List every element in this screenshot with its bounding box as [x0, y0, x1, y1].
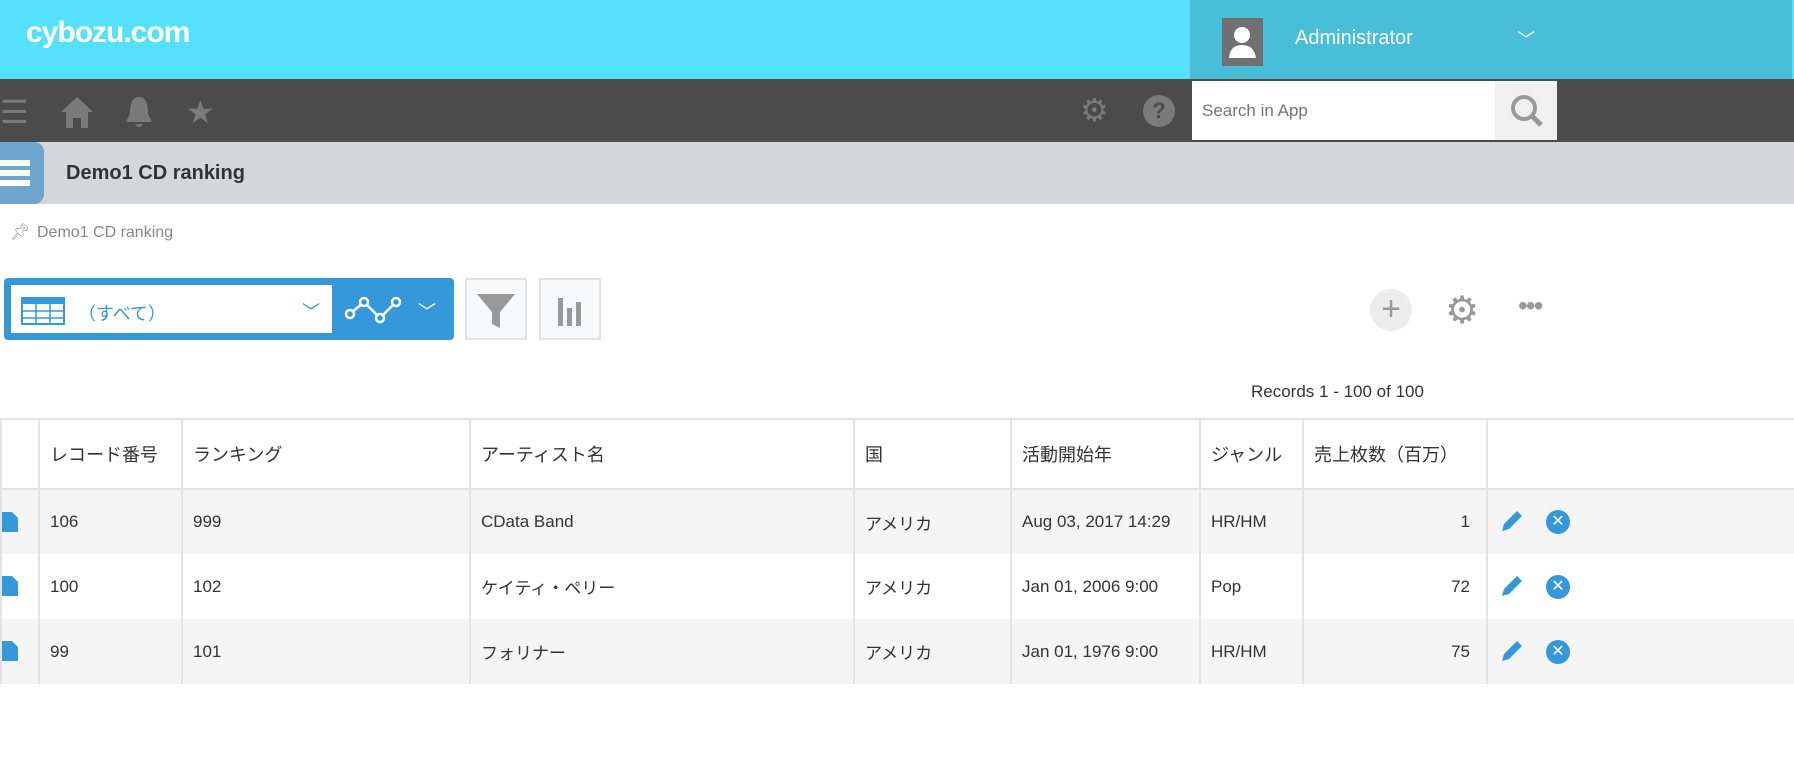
table-cell: Jan 01, 2006 9:00 — [1010, 554, 1201, 619]
col-header[interactable]: 活動開始年 — [1010, 418, 1201, 490]
avatar — [1222, 18, 1263, 66]
table-cell: ケイティ・ペリー — [469, 554, 855, 619]
table-row[interactable]: 99 101 フォリナー アメリカ Jan 01, 1976 9:00 HR/HM 75 ✕ — [0, 619, 1794, 684]
col-header[interactable]: ランキング — [181, 418, 471, 490]
gear-icon[interactable]: ⚙ — [1080, 92, 1109, 128]
menu-icon[interactable]: ☰ — [0, 94, 29, 130]
chevron-down-icon[interactable]: ﹀ — [302, 298, 320, 324]
table-cell: 106 — [38, 489, 183, 554]
table-cell: フォリナー — [469, 619, 855, 684]
col-header[interactable]: アーティスト名 — [469, 418, 855, 490]
col-icon — [0, 418, 40, 490]
edit-icon[interactable] — [1498, 640, 1524, 661]
breadcrumb[interactable]: Demo1 CD ranking — [37, 224, 173, 242]
gear-icon[interactable]: ⚙ — [1445, 288, 1479, 333]
table-cell: HR/HM — [1199, 619, 1304, 684]
chart-button[interactable] — [539, 278, 601, 340]
table-cell: アメリカ — [853, 489, 1012, 554]
col-header[interactable]: 売上枚数（百万） — [1302, 418, 1488, 490]
chevron-down-icon[interactable]: ﹀ — [418, 298, 436, 324]
col-header[interactable]: 国 — [853, 418, 1012, 490]
user-name[interactable]: Administrator — [1295, 27, 1413, 50]
search-input[interactable] — [1192, 81, 1495, 140]
table-cell: 999 — [181, 489, 471, 554]
logo[interactable]: cybozu.com — [26, 16, 190, 50]
col-header[interactable]: ジャンル — [1199, 418, 1304, 490]
pin-icon: 📌︎ — [10, 224, 31, 241]
edit-icon[interactable] — [1498, 511, 1524, 531]
col-actions — [1486, 418, 1794, 490]
delete-icon[interactable]: ✕ — [1546, 510, 1570, 534]
table-cell: Pop — [1199, 554, 1304, 619]
table-cell: Jan 01, 1976 9:00 — [1010, 619, 1201, 684]
table-row[interactable]: 100 102 ケイティ・ペリー アメリカ Jan 01, 2006 9:00 Pop 72… — [0, 554, 1794, 619]
table-cell: 72 — [1302, 554, 1488, 619]
star-icon[interactable]: ★ — [186, 94, 215, 130]
table-view-icon — [21, 297, 65, 330]
record-detail-icon[interactable] — [0, 489, 40, 554]
delete-icon[interactable]: ✕ — [1546, 639, 1570, 664]
records-table: レコード番号 ランキング アーティスト名 国 活動開始年 ジャンル 売上枚数（百… — [0, 418, 1794, 684]
edit-icon[interactable] — [1498, 575, 1524, 596]
table-cell: HR/HM — [1199, 489, 1304, 554]
user-menu[interactable] — [1190, 0, 1792, 79]
app-list-icon — [0, 142, 44, 204]
help-icon[interactable]: ? — [1143, 95, 1175, 127]
table-cell: アメリカ — [853, 554, 1012, 619]
view-label[interactable]: （すべて） — [78, 300, 166, 326]
bell-icon[interactable] — [122, 94, 156, 137]
app-title[interactable]: Demo1 CD ranking — [66, 162, 245, 185]
app-header — [0, 142, 1794, 204]
graph-icon[interactable] — [344, 294, 402, 329]
chevron-down-icon[interactable]: ﹀ — [1517, 26, 1535, 52]
home-icon[interactable] — [60, 94, 94, 137]
delete-icon[interactable]: ✕ — [1546, 574, 1570, 599]
record-detail-icon[interactable] — [0, 619, 40, 684]
table-cell: CData Band — [469, 489, 855, 554]
more-options-icon[interactable]: ••• — [1518, 290, 1543, 322]
table-cell: 75 — [1302, 619, 1488, 684]
table-cell: Aug 03, 2017 14:29 — [1010, 489, 1201, 554]
table-cell: アメリカ — [853, 619, 1012, 684]
table-row[interactable]: 106 999 CData Band アメリカ Aug 03, 2017 14:29 HR… — [0, 489, 1794, 554]
col-header[interactable]: レコード番号 — [38, 418, 183, 490]
filter-button[interactable] — [465, 278, 527, 340]
table-cell: 102 — [181, 554, 471, 619]
table-cell: 1 — [1302, 489, 1488, 554]
add-record-button[interactable]: + — [1370, 289, 1412, 331]
table-cell: 101 — [181, 619, 471, 684]
record-count: Records 1 - 100 of 100 — [1251, 382, 1424, 401]
table-cell: 99 — [38, 619, 183, 684]
table-cell: 100 — [38, 554, 183, 619]
search-button[interactable] — [1495, 81, 1557, 140]
record-detail-icon[interactable] — [0, 554, 40, 619]
